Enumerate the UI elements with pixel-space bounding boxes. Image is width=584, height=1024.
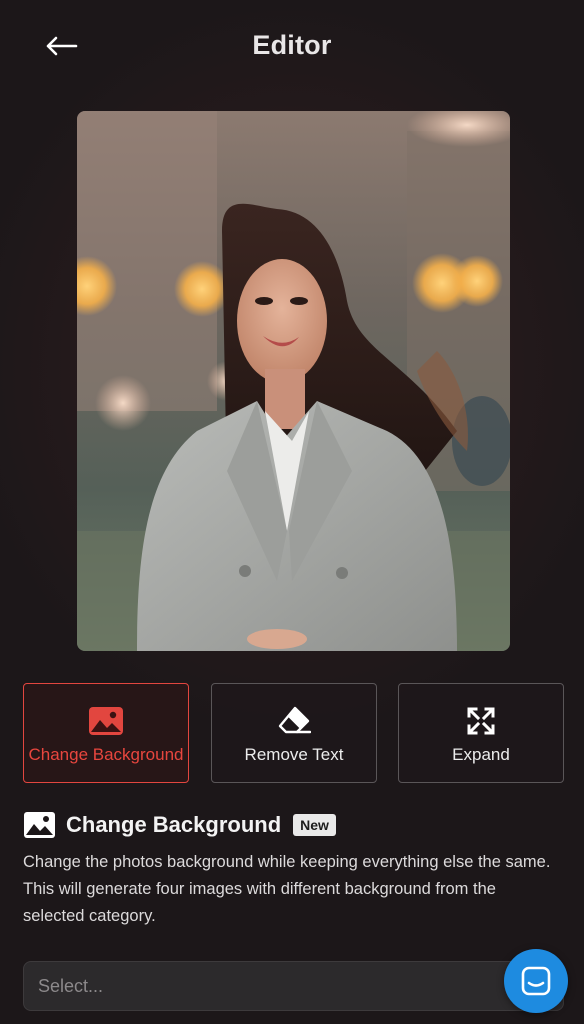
tool-label: Remove Text	[244, 744, 344, 764]
section-header: Change Background New	[23, 809, 336, 841]
tool-label: Expand	[452, 744, 510, 764]
image-icon	[88, 704, 124, 738]
new-badge: New	[293, 814, 336, 836]
tool-buttons: Change Background Remove Text Expand	[23, 683, 564, 783]
eraser-icon	[277, 704, 311, 738]
editor-screen: Editor Change Background Remove Text Exp…	[0, 0, 584, 1024]
select-placeholder: Select...	[38, 975, 104, 996]
category-select[interactable]: Select...	[23, 961, 564, 1011]
tool-label: Change Background	[28, 744, 184, 764]
image-icon	[24, 812, 55, 838]
change-background-button[interactable]: Change Background	[23, 683, 189, 783]
remove-text-button[interactable]: Remove Text	[211, 683, 377, 783]
chat-icon	[521, 966, 551, 996]
chat-button[interactable]	[504, 949, 568, 1013]
edited-photo[interactable]	[77, 111, 510, 651]
header: Editor	[0, 0, 584, 92]
expand-button[interactable]: Expand	[398, 683, 564, 783]
section-title: Change Background	[66, 812, 282, 837]
page-title: Editor	[252, 30, 332, 60]
section-description: Change the photos background while keepi…	[23, 853, 551, 925]
expand-icon	[466, 704, 496, 738]
